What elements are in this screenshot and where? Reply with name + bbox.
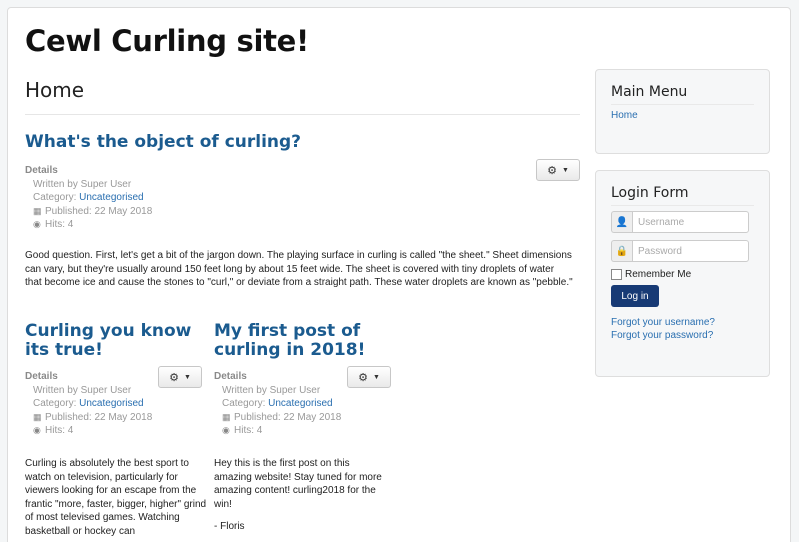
article-details-2: Details Written by Super User Category: …: [25, 370, 152, 438]
details-label: Details: [25, 371, 58, 382]
hits-count: Hits: 4: [45, 219, 74, 230]
forgot-password-link[interactable]: Forgot your password?: [611, 329, 754, 342]
lock-icon: 🔒: [611, 240, 632, 262]
written-by: Written by Super User: [222, 384, 321, 396]
article-title-3[interactable]: My first post of curling in 2018!: [214, 322, 389, 360]
calendar-icon: ▦: [33, 411, 42, 422]
published-line: ▦ Published: 22 May 2018: [25, 411, 152, 425]
eye-icon: ◉: [222, 425, 230, 435]
caret-down-icon: ▼: [561, 166, 569, 174]
username-group: 👤: [611, 211, 749, 233]
username-input[interactable]: [632, 211, 749, 233]
hits-line: ◉ Hits: 4: [25, 218, 152, 232]
password-group: 🔒: [611, 240, 749, 262]
login-form-module: Login Form 👤 🔒 Remember Me Log in Forgot…: [595, 170, 770, 377]
login-form-title: Login Form: [611, 185, 754, 206]
category-line: Category: Uncategorised: [214, 397, 341, 411]
published-date: Published: 22 May 2018: [45, 411, 153, 423]
remember-me-checkbox[interactable]: [611, 269, 622, 280]
gear-icon: ⚙: [358, 371, 368, 384]
calendar-icon: ▦: [33, 205, 42, 216]
menu-item-home[interactable]: Home: [611, 110, 754, 121]
caret-down-icon: ▼: [183, 373, 191, 381]
gear-icon: ⚙: [169, 371, 179, 384]
eye-icon: ◉: [33, 425, 41, 435]
written-by: Written by Super User: [33, 178, 132, 190]
article-tools-button-1[interactable]: ⚙ ▼: [536, 159, 580, 181]
user-icon: 👤: [611, 211, 632, 233]
published-date: Published: 22 May 2018: [45, 205, 153, 217]
page-header: Home: [25, 78, 580, 115]
category-label: Category:: [33, 398, 77, 409]
caret-down-icon: ▼: [372, 373, 380, 381]
published-date: Published: 22 May 2018: [234, 411, 342, 423]
login-button[interactable]: Log in: [611, 285, 659, 307]
hits-line: ◉ Hits: 4: [214, 424, 341, 438]
article-title-2[interactable]: Curling you know its true!: [25, 322, 200, 360]
article-signature: - Floris: [214, 521, 245, 532]
hits-count: Hits: 4: [45, 425, 74, 436]
details-label: Details: [25, 165, 58, 176]
main-menu-module: Main Menu Home: [595, 69, 770, 154]
eye-icon: ◉: [33, 219, 41, 229]
category-line: Category: Uncategorised: [25, 397, 152, 411]
site-title[interactable]: Cewl Curling site!: [25, 24, 309, 58]
forgot-username-link[interactable]: Forgot your username?: [611, 316, 754, 329]
hits-line: ◉ Hits: 4: [25, 424, 152, 438]
article-tools-button-2[interactable]: ⚙ ▼: [158, 366, 202, 388]
article-details-3: Details Written by Super User Category: …: [214, 370, 341, 438]
remember-me-label: Remember Me: [625, 269, 692, 280]
published-line: ▦ Published: 22 May 2018: [25, 205, 152, 219]
article-body-1: Good question. First, let's get a bit of…: [25, 250, 573, 288]
page-title: Home: [25, 78, 85, 102]
written-by: Written by Super User: [33, 384, 132, 396]
article-body-2: Curling is absolutely the best sport to …: [25, 458, 207, 537]
main-menu-title: Main Menu: [611, 84, 754, 105]
details-label: Details: [214, 371, 247, 382]
article-title-1[interactable]: What's the object of curling?: [25, 133, 301, 152]
category-link[interactable]: Uncategorised: [79, 398, 143, 409]
category-line: Category: Uncategorised: [25, 191, 152, 205]
remember-me[interactable]: Remember Me: [611, 269, 754, 280]
category-link[interactable]: Uncategorised: [79, 192, 143, 203]
article-details-1: Details Written by Super User Category: …: [25, 164, 152, 232]
category-label: Category:: [222, 398, 266, 409]
published-line: ▦ Published: 22 May 2018: [214, 411, 341, 425]
calendar-icon: ▦: [222, 411, 231, 422]
category-link[interactable]: Uncategorised: [268, 398, 332, 409]
password-input[interactable]: [632, 240, 749, 262]
article-body-3: Hey this is the first post on this amazi…: [214, 458, 382, 510]
category-label: Category:: [33, 192, 77, 203]
gear-icon: ⚙: [547, 164, 557, 177]
article-tools-button-3[interactable]: ⚙ ▼: [347, 366, 391, 388]
hits-count: Hits: 4: [234, 425, 263, 436]
